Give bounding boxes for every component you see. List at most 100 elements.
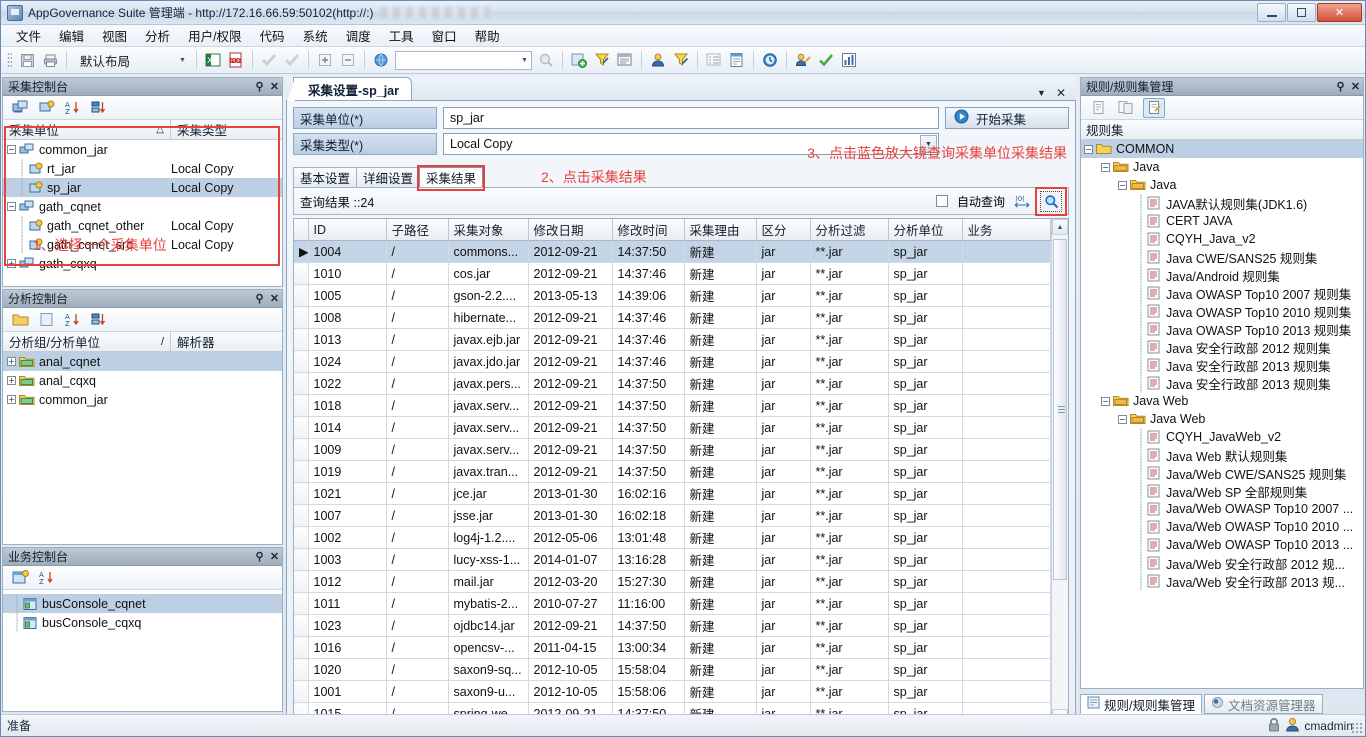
table-row[interactable]: 1010/cos.jar 2012-09-21 14:37:46 新建 jar **.ja… <box>294 262 1051 285</box>
tree-item-gath-cqxq[interactable]: + gath_cqxq <box>3 254 282 273</box>
restore-button[interactable] <box>1287 3 1316 22</box>
table-row[interactable]: 1022/javax.pers... 2012-09-21 14:37:50 新建 ja… <box>294 372 1051 395</box>
column-header-modtime[interactable]: 修改时间 <box>612 219 685 241</box>
minimize-button[interactable] <box>1257 3 1286 22</box>
rules-tree-item[interactable]: Java 安全行政部 2013 规则集 <box>1081 373 1363 393</box>
expander-toggle[interactable]: − <box>1101 396 1110 406</box>
tree-item-gath-cqnet-other[interactable]: gath_cqnet_other Local Copy <box>3 216 282 235</box>
user-icon[interactable] <box>647 50 669 71</box>
group-sort-icon[interactable] <box>87 98 109 118</box>
rules-tree-item[interactable]: Java/Web OWASP Top10 2010 ... <box>1081 517 1363 537</box>
tab-collect-result[interactable]: 采集结果 <box>417 165 486 191</box>
rules-tree-item[interactable]: CERT JAVA <box>1081 211 1363 231</box>
collapse-all-icon[interactable] <box>337 50 359 71</box>
pin-icon[interactable]: ⚲ <box>252 292 267 305</box>
pdf-export-icon[interactable]: PDF <box>225 50 247 71</box>
tree-item-busconsole-cqxq[interactable]: busConsole_cqxq <box>3 613 282 632</box>
tree-item-common-jar[interactable]: − common_jar <box>3 140 282 159</box>
table-row[interactable]: 1013/javax.ejb.jar 2012-09-21 14:37:46 新建 ja… <box>294 328 1051 351</box>
pin-icon[interactable]: ⚲ <box>1333 80 1348 93</box>
tab-basic-settings[interactable]: 基本设置 <box>293 167 358 187</box>
close-icon[interactable]: ✕ <box>267 292 282 305</box>
expander-toggle[interactable]: − <box>1084 144 1093 154</box>
column-header-zone[interactable]: 区分 <box>756 219 811 241</box>
add-collect-group-icon[interactable] <box>35 98 57 118</box>
rules-tree-item[interactable]: − Java <box>1081 176 1363 194</box>
menu-item-edit[interactable]: 编辑 <box>50 24 93 47</box>
table-row[interactable]: 1002/log4j-1.2.... 2012-05-06 13:01:48 新建 ja… <box>294 526 1051 549</box>
menu-item-user-permission[interactable]: 用户/权限 <box>179 24 250 47</box>
rules-tree-item[interactable]: Java Web 默认规则集 <box>1081 445 1363 465</box>
table-row[interactable]: 1021/jce.jar 2013-01-30 16:02:16 新建 jar **.ja… <box>294 482 1051 505</box>
grid-vertical-scrollbar[interactable]: ▲ ▼ <box>1051 219 1068 725</box>
menu-item-code[interactable]: 代码 <box>251 24 294 47</box>
clock-icon[interactable] <box>759 50 781 71</box>
menu-item-help[interactable]: 帮助 <box>466 24 509 47</box>
expander-toggle[interactable]: − <box>1118 180 1127 190</box>
rules-tree-item[interactable]: − Java <box>1081 158 1363 176</box>
add-settings-icon[interactable] <box>568 50 590 71</box>
table-row[interactable]: 1012/mail.jar 2012-03-20 15:27:30 新建 jar **.j… <box>294 570 1051 593</box>
start-collect-button[interactable]: 开始采集 <box>945 107 1069 129</box>
column-header-unit[interactable]: 分析单位 <box>888 219 963 241</box>
column-header-moddate[interactable]: 修改日期 <box>528 219 613 241</box>
sort-az-icon[interactable]: AZ <box>61 98 83 118</box>
table-row[interactable]: ▶ 1004/commons... 2012-09-21 14:37:50 新建 jar *… <box>294 240 1051 263</box>
rules-tree-item[interactable]: Java/Web CWE/SANS25 规则集 <box>1081 463 1363 483</box>
pin-icon[interactable]: ⚲ <box>252 80 267 93</box>
expand-all-icon[interactable] <box>314 50 336 71</box>
column-header-reason[interactable]: 采集理由 <box>684 219 757 241</box>
tree-item-gath-cqnet[interactable]: − gath_cqnet <box>3 197 282 216</box>
tree-item-anal-cqnet[interactable]: + anal_cqnet <box>3 352 282 371</box>
scrollbar-thumb[interactable] <box>1053 239 1067 581</box>
rules-tree-item[interactable]: Java 安全行政部 2013 规则集 <box>1081 355 1363 375</box>
document-tab-collect-settings[interactable]: 采集设置-sp_jar <box>287 77 412 101</box>
fit-columns-icon[interactable]: )0( <box>1014 193 1031 210</box>
table-row[interactable]: 1018/javax.serv... 2012-09-21 14:37:50 新建 ja… <box>294 394 1051 417</box>
scrollbar-track[interactable] <box>1052 235 1068 709</box>
save-icon[interactable] <box>16 50 38 71</box>
rules-tree-item[interactable]: Java/Android 规则集 <box>1081 265 1363 285</box>
menu-item-tools[interactable]: 工具 <box>380 24 423 47</box>
menu-item-analysis[interactable]: 分析 <box>136 24 179 47</box>
table-row[interactable]: 1019/javax.tran... 2012-09-21 14:37:50 新建 ja… <box>294 460 1051 483</box>
new-rule-icon[interactable] <box>1087 98 1109 118</box>
add-collect-unit-icon[interactable] <box>9 98 31 118</box>
new-analysis-group-icon[interactable] <box>9 310 31 330</box>
rules-tree-item[interactable]: Java/Web OWASP Top10 2013 ... <box>1081 535 1363 555</box>
column-header-subpath[interactable]: 子路径 <box>386 219 449 241</box>
table-row[interactable]: 1003/lucy-xss-1... 2014-01-07 13:16:28 新建 ja… <box>294 548 1051 571</box>
table-row[interactable]: 1016/opencsv-... 2011-04-15 13:00:34 新建 jar *… <box>294 636 1051 659</box>
expander-toggle[interactable]: + <box>7 357 16 366</box>
layout-selector[interactable]: 默认布局 ▼ <box>74 51 189 70</box>
new-analysis-unit-icon[interactable] <box>35 310 57 330</box>
menu-item-system[interactable]: 系统 <box>294 24 337 47</box>
table-row[interactable]: 1024/javax.jdo.jar 2012-09-21 14:37:46 新建 ja… <box>294 350 1051 373</box>
edit-rule-icon[interactable] <box>1143 97 1165 118</box>
tab-list-chevron-icon[interactable]: ▼ <box>1037 88 1046 98</box>
expander-toggle[interactable]: − <box>7 145 16 154</box>
new-business-console-icon[interactable] <box>9 568 31 588</box>
print-icon[interactable] <box>39 50 61 71</box>
table-row[interactable]: 1005/gson-2.2.... 2013-05-13 14:39:06 新建 jar… <box>294 284 1051 307</box>
auto-query-checkbox[interactable] <box>935 195 948 207</box>
rules-tree-item[interactable]: Java/Web 安全行政部 2012 规... <box>1081 553 1363 573</box>
expander-toggle[interactable]: + <box>7 259 16 268</box>
menu-item-schedule[interactable]: 调度 <box>337 24 380 47</box>
rules-tree-item[interactable]: Java OWASP Top10 2007 规则集 <box>1081 283 1363 303</box>
menu-item-view[interactable]: 视图 <box>93 24 136 47</box>
rules-tree-item[interactable]: Java OWASP Top10 2010 规则集 <box>1081 301 1363 321</box>
approve-icon[interactable] <box>815 50 837 71</box>
expander-toggle[interactable]: + <box>7 395 16 404</box>
tab-close-icon[interactable]: ✕ <box>1056 86 1066 100</box>
table-row[interactable]: 1009/javax.serv... 2012-09-21 14:37:50 新建 ja… <box>294 438 1051 461</box>
rules-tree-item[interactable]: Java CWE/SANS25 规则集 <box>1081 247 1363 267</box>
rules-tree-item[interactable]: Java 安全行政部 2012 规则集 <box>1081 337 1363 357</box>
close-icon[interactable]: ✕ <box>267 80 282 93</box>
collect-unit-input[interactable]: sp_jar <box>443 107 939 129</box>
menu-item-window[interactable]: 窗口 <box>423 24 466 47</box>
tab-detail-settings[interactable]: 详细设置 <box>356 167 421 187</box>
rules-tree-item[interactable]: − Java Web <box>1081 392 1363 410</box>
rules-tree-item[interactable]: CQYH_Java_v2 <box>1081 229 1363 249</box>
search-magnifier-button[interactable] <box>1035 186 1067 216</box>
